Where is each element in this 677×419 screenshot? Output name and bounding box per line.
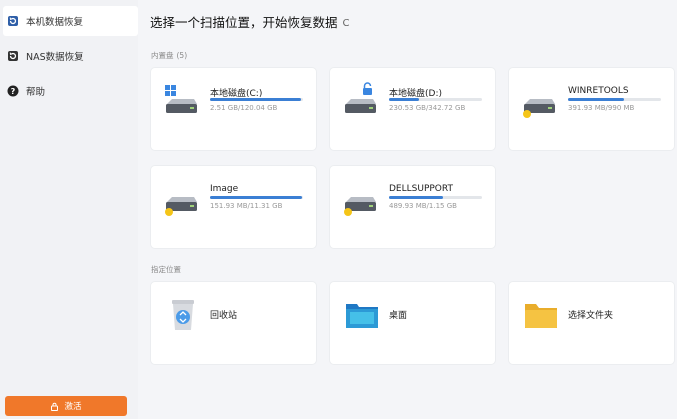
sidebar-item-local-recovery[interactable]: 本机数据恢复 <box>3 6 138 36</box>
sidebar-item-label: 本机数据恢复 <box>26 17 84 28</box>
location-card-recycle-bin[interactable]: 回收站 <box>151 282 316 364</box>
locked-drive-icon <box>342 82 378 118</box>
drives-section-label: 内置盘 (5) <box>151 50 187 61</box>
sidebar-item-label: 帮助 <box>26 87 46 98</box>
recycle-bin-icon <box>165 298 201 332</box>
usage-bar-fill <box>210 196 302 199</box>
location-card-desktop[interactable]: 桌面 <box>330 282 495 364</box>
usage-bar <box>568 98 661 101</box>
drive-icon <box>521 82 557 118</box>
refresh-icon[interactable]: C <box>343 18 350 29</box>
lock-icon <box>50 402 59 411</box>
drive-card-d[interactable]: 本地磁盘(D:) 230.53 GB/342.72 GB <box>330 68 495 150</box>
sidebar: 本机数据恢复 NAS数据恢复 ? 帮助 激活 <box>0 0 138 419</box>
folder-icon <box>523 298 559 332</box>
page-title: 选择一个扫描位置，开始恢复数据 C <box>150 12 350 31</box>
drive-size: 230.53 GB/342.72 GB <box>389 104 466 112</box>
drive-name: DELLSUPPORT <box>389 184 453 194</box>
location-label: 选择文件夹 <box>568 311 614 321</box>
page-title-text: 选择一个扫描位置，开始恢复数据 <box>150 15 338 30</box>
activate-label: 激活 <box>64 402 82 412</box>
drive-card-winretools[interactable]: WINRETOOLS 391.93 MB/990 MB <box>509 68 674 150</box>
restore-icon <box>7 15 19 27</box>
windows-drive-icon <box>163 82 199 118</box>
drive-icon <box>342 180 378 216</box>
usage-bar-fill <box>389 196 444 199</box>
usage-bar <box>389 196 482 199</box>
location-card-choose-folder[interactable]: 选择文件夹 <box>509 282 674 364</box>
location-label: 桌面 <box>389 311 408 321</box>
location-label: 回收站 <box>210 311 238 321</box>
nas-restore-icon <box>7 50 19 62</box>
section-label-text: 指定位置 <box>151 265 181 274</box>
sidebar-item-help[interactable]: ? 帮助 <box>3 76 138 106</box>
drive-size: 151.93 MB/11.31 GB <box>210 202 283 210</box>
drive-card-dellsupport[interactable]: DELLSUPPORT 489.93 MB/1.15 GB <box>330 166 495 248</box>
activate-button[interactable]: 激活 <box>5 396 127 416</box>
usage-bar-fill <box>210 98 302 101</box>
usage-bar <box>210 98 303 101</box>
sidebar-item-nas-recovery[interactable]: NAS数据恢复 <box>3 41 138 71</box>
usage-bar-fill <box>568 98 625 101</box>
usage-bar <box>389 98 482 101</box>
desktop-icon <box>344 298 380 332</box>
drive-name: Image <box>210 184 239 194</box>
sidebar-item-label: NAS数据恢复 <box>26 52 84 63</box>
main-panel: 选择一个扫描位置，开始恢复数据 C 内置盘 (5) 本地磁盘(C:) 2.51 GB… <box>138 0 677 419</box>
usage-bar <box>210 196 303 199</box>
drive-card-c[interactable]: 本地磁盘(C:) 2.51 GB/120.04 GB <box>151 68 316 150</box>
drive-icon <box>163 180 199 216</box>
drive-name: WINRETOOLS <box>568 86 629 96</box>
warning-badge-icon <box>523 110 531 118</box>
drive-size: 489.93 MB/1.15 GB <box>389 202 457 210</box>
drive-count: (5) <box>176 51 188 60</box>
help-icon: ? <box>7 85 19 97</box>
usage-bar-fill <box>389 98 420 101</box>
drive-size: 391.93 MB/990 MB <box>568 104 635 112</box>
svg-text:?: ? <box>11 87 16 96</box>
section-label-text: 内置盘 <box>151 51 174 60</box>
locations-section-label: 指定位置 <box>151 264 181 275</box>
drive-card-image[interactable]: Image 151.93 MB/11.31 GB <box>151 166 316 248</box>
drive-size: 2.51 GB/120.04 GB <box>210 104 278 112</box>
